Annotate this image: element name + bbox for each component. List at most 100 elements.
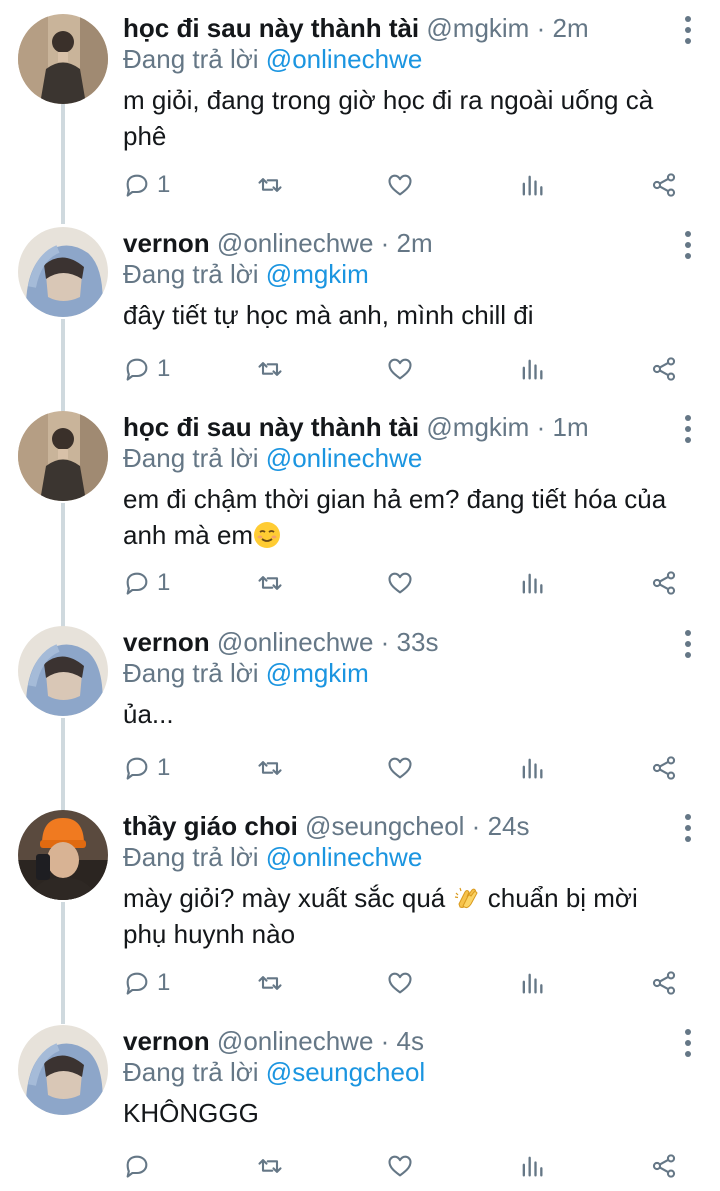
tweet[interactable]: thầy giáo choi @seungcheol · 24s Đang tr… bbox=[0, 810, 720, 1024]
share-button[interactable] bbox=[650, 563, 678, 603]
like-button[interactable] bbox=[386, 349, 414, 389]
tweet[interactable]: vernon @onlinechwe · 4s Đang trả lời @se… bbox=[0, 1025, 720, 1191]
display-name[interactable]: vernon bbox=[123, 1026, 210, 1056]
retweet-button[interactable] bbox=[256, 748, 284, 788]
stats-button[interactable] bbox=[518, 963, 546, 1003]
like-button[interactable] bbox=[386, 963, 414, 1003]
handle[interactable]: @onlinechwe bbox=[217, 228, 373, 258]
retweet-button[interactable] bbox=[256, 563, 284, 603]
tweet-actions: 1 bbox=[0, 563, 720, 603]
like-button[interactable] bbox=[386, 1146, 414, 1186]
reply-button[interactable]: 1 bbox=[123, 963, 170, 1003]
stats-button[interactable] bbox=[518, 349, 546, 389]
handle[interactable]: @mgkim bbox=[426, 13, 529, 43]
display-name[interactable]: học đi sau này thành tài bbox=[123, 13, 419, 43]
more-options-icon[interactable] bbox=[684, 415, 692, 443]
display-name[interactable]: vernon bbox=[123, 228, 210, 258]
like-icon bbox=[388, 1155, 412, 1177]
retweet-button[interactable] bbox=[256, 963, 284, 1003]
tweet-thread: học đi sau này thành tài @mgkim · 2m Đan… bbox=[0, 0, 720, 1191]
like-button[interactable] bbox=[386, 563, 414, 603]
reply-icon bbox=[126, 358, 148, 381]
replying-to-mention[interactable]: @mgkim bbox=[266, 658, 369, 688]
tweet[interactable]: vernon @onlinechwe · 2m Đang trả lời @mg… bbox=[0, 227, 720, 417]
share-button[interactable] bbox=[650, 349, 678, 389]
more-options-icon[interactable] bbox=[684, 231, 692, 259]
replying-to-label: Đang trả lời bbox=[123, 1057, 259, 1087]
reply-button[interactable]: 1 bbox=[123, 165, 170, 205]
stats-button[interactable] bbox=[518, 563, 546, 603]
handle[interactable]: @onlinechwe bbox=[217, 1026, 373, 1056]
stats-button[interactable] bbox=[518, 165, 546, 205]
more-options-icon[interactable] bbox=[684, 630, 692, 658]
tweet-header: học đi sau này thành tài @mgkim · 2m bbox=[123, 12, 660, 44]
display-name[interactable]: học đi sau này thành tài bbox=[123, 412, 419, 442]
more-options-icon[interactable] bbox=[684, 814, 692, 842]
stats-button[interactable] bbox=[518, 748, 546, 788]
share-button[interactable] bbox=[650, 165, 678, 205]
display-name[interactable]: thầy giáo choi bbox=[123, 811, 298, 841]
stats-icon bbox=[522, 758, 543, 779]
replying-to-mention[interactable]: @onlinechwe bbox=[266, 842, 422, 872]
replying-to-label: Đang trả lời bbox=[123, 44, 259, 74]
reply-button[interactable]: 1 bbox=[123, 563, 170, 603]
vernon-avatar bbox=[18, 227, 108, 317]
like-button[interactable] bbox=[386, 748, 414, 788]
more-options-icon[interactable] bbox=[684, 16, 692, 44]
tweet[interactable]: vernon @onlinechwe · 33s Đang trả lời @m… bbox=[0, 626, 720, 816]
replying-to-label: Đang trả lời bbox=[123, 443, 259, 473]
tweet[interactable]: học đi sau này thành tài @mgkim · 2m Đan… bbox=[0, 12, 720, 224]
retweet-button[interactable] bbox=[256, 165, 284, 205]
mgkim-avatar bbox=[18, 411, 108, 501]
replying-to-mention[interactable]: @onlinechwe bbox=[266, 443, 422, 473]
replying-to-mention[interactable]: @mgkim bbox=[266, 259, 369, 289]
replying-to-label: Đang trả lời bbox=[123, 658, 259, 688]
separator: · bbox=[471, 811, 481, 841]
avatar[interactable] bbox=[18, 626, 108, 716]
timestamp[interactable]: 2m bbox=[552, 13, 588, 43]
handle[interactable]: @seungcheol bbox=[305, 811, 464, 841]
tweet-text: mày giỏi? mày xuất sắc quá chuẩn bị mời … bbox=[123, 880, 683, 952]
reply-button[interactable] bbox=[123, 1146, 157, 1186]
share-button[interactable] bbox=[650, 748, 678, 788]
share-icon bbox=[652, 571, 676, 595]
timestamp[interactable]: 33s bbox=[397, 627, 439, 657]
avatar[interactable] bbox=[18, 227, 108, 317]
avatar[interactable] bbox=[18, 411, 108, 501]
more-options-icon[interactable] bbox=[684, 1029, 692, 1057]
timestamp[interactable]: 24s bbox=[488, 811, 530, 841]
share-icon bbox=[652, 357, 676, 381]
replying-to-mention[interactable]: @onlinechwe bbox=[266, 44, 422, 74]
replying-to-label: Đang trả lời bbox=[123, 259, 259, 289]
replying-to-mention[interactable]: @seungcheol bbox=[266, 1057, 425, 1087]
handle[interactable]: @onlinechwe bbox=[217, 627, 373, 657]
like-icon bbox=[388, 572, 412, 594]
stats-icon bbox=[522, 1156, 543, 1177]
reply-button[interactable]: 1 bbox=[123, 349, 170, 389]
tweet[interactable]: học đi sau này thành tài @mgkim · 1m Đan… bbox=[0, 411, 720, 629]
separator: · bbox=[536, 13, 546, 43]
timestamp[interactable]: 4s bbox=[397, 1026, 424, 1056]
replying-to: Đang trả lời @onlinechwe bbox=[123, 442, 422, 474]
share-button[interactable] bbox=[650, 963, 678, 1003]
tweet-header: học đi sau này thành tài @mgkim · 1m bbox=[123, 411, 660, 443]
reply-icon bbox=[126, 972, 148, 995]
retweet-icon bbox=[258, 1159, 282, 1173]
avatar[interactable] bbox=[18, 1025, 108, 1115]
avatar[interactable] bbox=[18, 14, 108, 104]
share-button[interactable] bbox=[650, 1146, 678, 1186]
handle[interactable]: @mgkim bbox=[426, 412, 529, 442]
retweet-button[interactable] bbox=[256, 1146, 284, 1186]
separator: · bbox=[380, 627, 390, 657]
timestamp[interactable]: 2m bbox=[397, 228, 433, 258]
avatar[interactable] bbox=[18, 810, 108, 900]
stats-button[interactable] bbox=[518, 1146, 546, 1186]
reply-button[interactable]: 1 bbox=[123, 748, 170, 788]
timestamp[interactable]: 1m bbox=[552, 412, 588, 442]
retweet-button[interactable] bbox=[256, 349, 284, 389]
tweet-header: thầy giáo choi @seungcheol · 24s bbox=[123, 810, 660, 842]
seungcheol-avatar bbox=[18, 810, 108, 900]
retweet-icon bbox=[258, 178, 282, 192]
display-name[interactable]: vernon bbox=[123, 627, 210, 657]
like-button[interactable] bbox=[386, 165, 414, 205]
